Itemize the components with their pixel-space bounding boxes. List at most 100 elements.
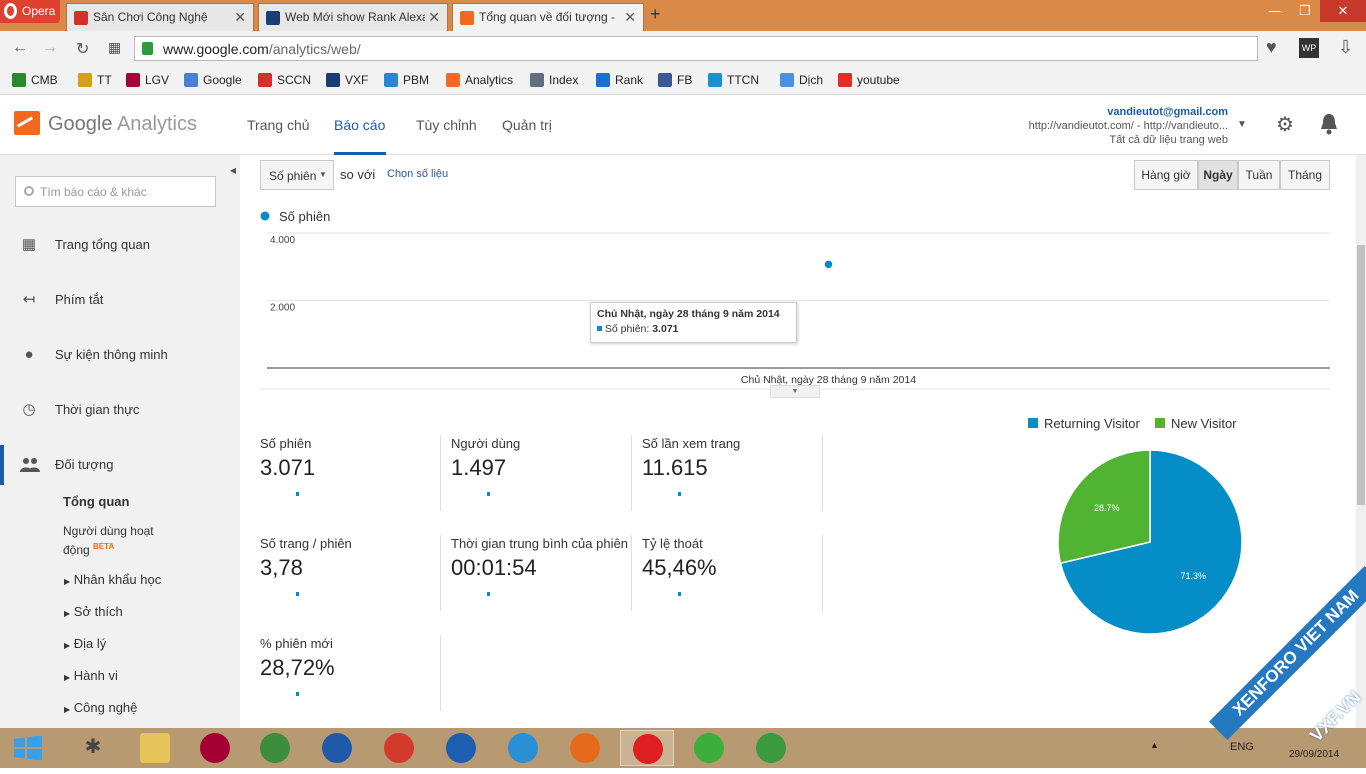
speed-dial-grid-icon[interactable]: ▦ (108, 39, 121, 56)
sparkline (678, 592, 681, 596)
bell-icon[interactable] (1320, 113, 1338, 135)
legend-label: New Visitor (1171, 416, 1237, 431)
download-icon[interactable]: ⇩ (1338, 37, 1353, 58)
sidebar-sub-behavior[interactable]: ▶ Hành vi (64, 668, 118, 683)
taskbar-app[interactable] (310, 730, 364, 766)
browser-tab[interactable]: Web Mới show Rank Alexa ✕ (258, 3, 448, 31)
sidebar-item-intelligence[interactable]: ● Sự kiện thông minh (0, 335, 240, 375)
bookmark-fb[interactable]: FB (658, 73, 692, 87)
bookmark-analytics[interactable]: Analytics (446, 73, 513, 87)
taskbar-app[interactable] (248, 730, 302, 766)
account-email[interactable]: vandieutot@gmail.com (1107, 106, 1228, 118)
chart-expand-handle[interactable]: ▼ (770, 385, 820, 398)
firefox-icon (570, 733, 600, 763)
sidebar-sub-overview[interactable]: Tổng quan (63, 494, 129, 509)
bookmark-google[interactable]: Google (184, 73, 242, 87)
bookmark-favicon-icon (126, 73, 140, 87)
taskbar-app[interactable] (372, 730, 426, 766)
slice-label: 28.7% (1094, 503, 1120, 513)
bookmark-tt[interactable]: TT (78, 73, 112, 87)
account-view[interactable]: Tất cả dữ liệu trang web (1109, 134, 1228, 146)
granularity-hourly[interactable]: Hàng giờ (1134, 160, 1198, 190)
sidebar-sub-interests[interactable]: ▶ Sở thích (64, 604, 123, 619)
choose-metric-link[interactable]: Chọn số liệu (387, 168, 448, 180)
ga-logo-text[interactable]: Google Analytics (48, 113, 197, 136)
granularity-week[interactable]: Tuần (1238, 160, 1280, 190)
bookmark-dịch[interactable]: Dịch (780, 73, 823, 87)
taskbar-app[interactable] (744, 730, 798, 766)
account-property[interactable]: http://vandieutot.com/ - http://vandieut… (1029, 120, 1228, 132)
lg-icon (200, 733, 230, 763)
sidebar-item-audience[interactable]: Đối tượng (0, 445, 240, 485)
address-toolbar: ← → ↻ ▦ www.google.com/analytics/web/ ♥ … (0, 31, 1366, 66)
heart-bookmark-icon[interactable]: ♥ (1266, 37, 1277, 58)
granularity-month[interactable]: Tháng (1280, 160, 1330, 190)
restore-icon[interactable]: ❐ (1290, 0, 1320, 22)
account-dropdown-icon[interactable]: ▼ (1237, 119, 1247, 130)
bookmark-vxf[interactable]: VXF (326, 73, 368, 87)
browser-tab[interactable]: Sân Chơi Công Nghệ ✕ (66, 3, 254, 31)
bookmark-pbm[interactable]: PBM (384, 73, 429, 87)
bookmark-index[interactable]: Index (530, 73, 578, 87)
bookmark-label: PBM (403, 73, 430, 87)
page-scrollbar[interactable] (1356, 155, 1366, 728)
gear-icon[interactable]: ⚙ (1276, 112, 1294, 137)
metric-select[interactable]: Số phiên ▼ (260, 160, 334, 190)
forward-arrow-icon[interactable]: → (42, 39, 58, 57)
minimize-icon[interactable]: — (1260, 0, 1290, 22)
bookmark-sccn[interactable]: SCCN (258, 73, 311, 87)
tray-expand-icon[interactable]: ▲ (1150, 740, 1159, 750)
sidebar-item-realtime[interactable]: ◷ Thời gian thực (0, 390, 240, 430)
bookmark-rank[interactable]: Rank (596, 73, 643, 87)
sidebar-search-input[interactable]: Tìm báo cáo & khác (15, 176, 216, 207)
sidebar-item-dashboards[interactable]: ▦ Trang tổng quan (0, 225, 240, 265)
sidebar-sub-demographics[interactable]: ▶ Nhân khẩu học (64, 572, 161, 587)
sidebar-sub-geo[interactable]: ▶ Địa lý (64, 636, 106, 651)
bookmark-lgv[interactable]: LGV (126, 73, 169, 87)
tab-strip: Opera Sân Chơi Công Nghệ ✕ Web Mới show … (0, 0, 1366, 31)
nav-admin[interactable]: Quản trị (502, 117, 552, 133)
nav-home[interactable]: Trang chủ (247, 117, 310, 133)
sidebar-collapse-icon[interactable]: ◀ (226, 160, 240, 182)
taskbar-app[interactable] (188, 730, 242, 766)
taskbar-app[interactable] (128, 730, 182, 766)
back-arrow-icon[interactable]: ← (12, 39, 28, 57)
ie-icon (508, 733, 538, 763)
close-tab-icon[interactable]: ✕ (624, 9, 636, 26)
nav-customization[interactable]: Tùy chỉnh (416, 117, 477, 133)
bookmark-label: TT (97, 73, 112, 87)
opera-logo-icon (4, 3, 17, 19)
close-tab-icon[interactable]: ✕ (428, 9, 440, 26)
sidebar-sub-active-users[interactable]: Người dùng hoạt động BETA (63, 524, 154, 558)
bookmark-cmb[interactable]: CMB (12, 73, 58, 87)
nav-reports[interactable]: Báo cáo (334, 117, 385, 133)
metric-users: Người dùng 1.497 (451, 436, 631, 496)
opera-menu-button[interactable]: Opera (0, 0, 60, 23)
new-tab-button[interactable]: + (650, 4, 661, 25)
bookmark-youtube[interactable]: youtube (838, 73, 900, 87)
network-antenna-icon[interactable]: ✱ (76, 734, 110, 762)
close-tab-icon[interactable]: ✕ (234, 9, 246, 26)
taskbar-app[interactable] (434, 730, 488, 766)
taskbar-app[interactable] (620, 730, 674, 766)
close-window-icon[interactable]: ✕ (1320, 0, 1366, 22)
granularity-day[interactable]: Ngày (1198, 160, 1238, 190)
taskbar-app[interactable] (682, 730, 736, 766)
data-point (823, 259, 834, 270)
bookmark-label: FB (677, 73, 693, 87)
sidebar-item-shortcuts[interactable]: ↤ Phím tắt (0, 280, 240, 320)
windows-start-icon[interactable] (14, 735, 42, 761)
browser-tab-active[interactable]: Tổng quan về đối tượng - ✕ (452, 3, 644, 31)
bookmark-ttcn[interactable]: TTCN (708, 73, 759, 87)
metric-pages-per-session: Số trang / phiên 3,78 (260, 536, 440, 596)
language-indicator[interactable]: ENG (1230, 741, 1254, 753)
scrollbar-thumb[interactable] (1357, 245, 1365, 505)
dashboard-grid-icon: ▦ (21, 236, 37, 253)
taskbar-app[interactable] (496, 730, 550, 766)
bookmark-label: LGV (145, 73, 170, 87)
taskbar-app[interactable] (558, 730, 612, 766)
sidebar-sub-technology[interactable]: ▶ Công nghệ (64, 700, 137, 715)
reload-icon[interactable]: ↻ (76, 39, 89, 59)
wp-extension-icon[interactable]: WP (1299, 38, 1319, 58)
url-field[interactable]: www.google.com/analytics/web/ (134, 36, 1258, 61)
